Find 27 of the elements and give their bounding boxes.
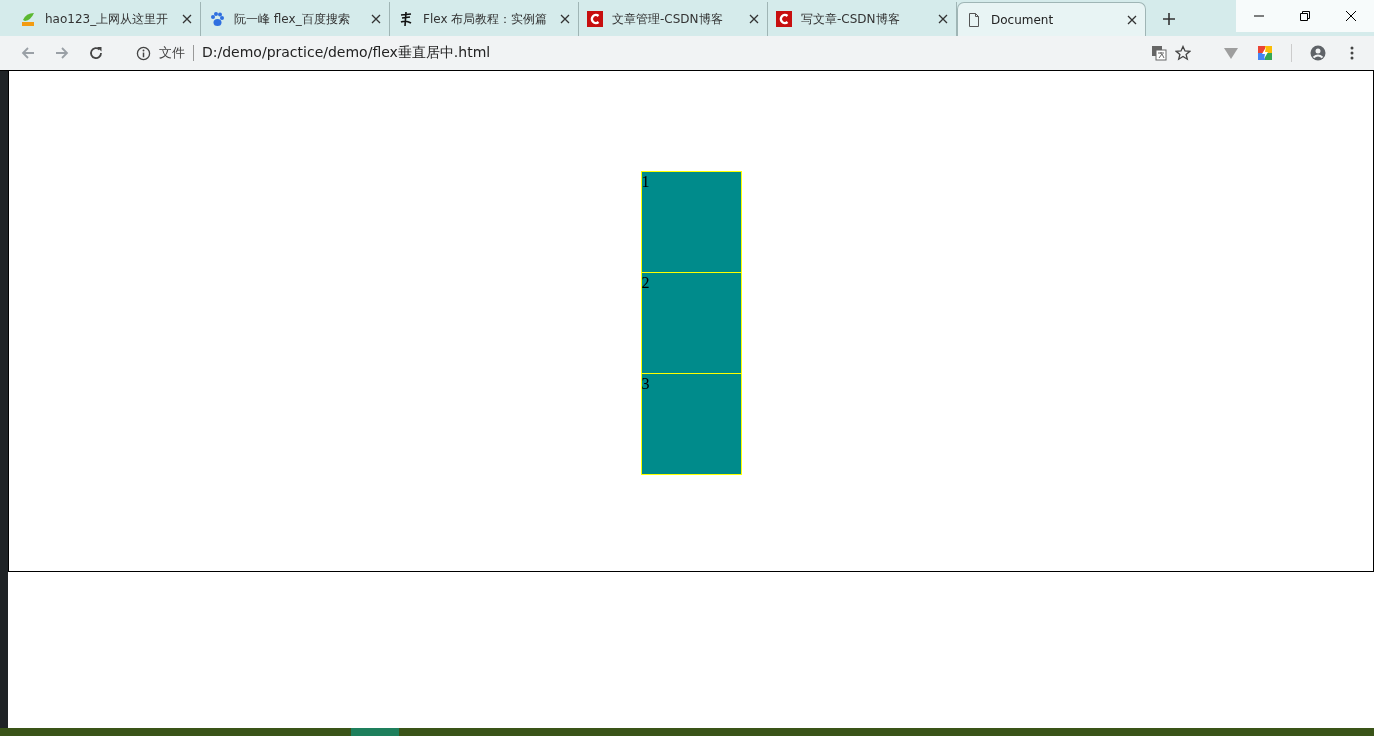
flex-item: 2 — [640, 271, 742, 374]
star-icon[interactable] — [1175, 45, 1191, 61]
document-icon — [966, 11, 982, 28]
c-logo-icon — [587, 11, 603, 27]
flex-item: 1 — [640, 170, 742, 273]
close-icon — [1345, 10, 1357, 22]
brush-glyph-icon — [398, 11, 414, 27]
new-tab-icon[interactable] — [1162, 12, 1176, 26]
scheme-label: 文件 — [159, 44, 185, 62]
colorful-bolt-icon[interactable] — [1257, 45, 1273, 61]
close-icon[interactable] — [749, 14, 759, 24]
url-text: D:/demo/practice/demo/flex垂直居中.html — [202, 44, 491, 62]
browser-tab[interactable]: Document — [957, 2, 1146, 36]
account-icon[interactable] — [1310, 45, 1326, 61]
leaf-icon — [20, 11, 36, 27]
paw-icon — [209, 11, 225, 27]
close-icon[interactable] — [938, 14, 948, 24]
close-icon[interactable] — [371, 14, 381, 24]
reload-icon[interactable] — [88, 45, 104, 61]
close-icon[interactable] — [560, 14, 570, 24]
close-icon[interactable] — [182, 14, 192, 24]
restore-icon — [1299, 10, 1311, 22]
translate-icon[interactable] — [1151, 45, 1167, 61]
info-icon — [136, 45, 151, 61]
flex-item: 3 — [640, 372, 742, 475]
c-logo-icon — [776, 11, 792, 27]
close-icon[interactable] — [1127, 14, 1137, 25]
